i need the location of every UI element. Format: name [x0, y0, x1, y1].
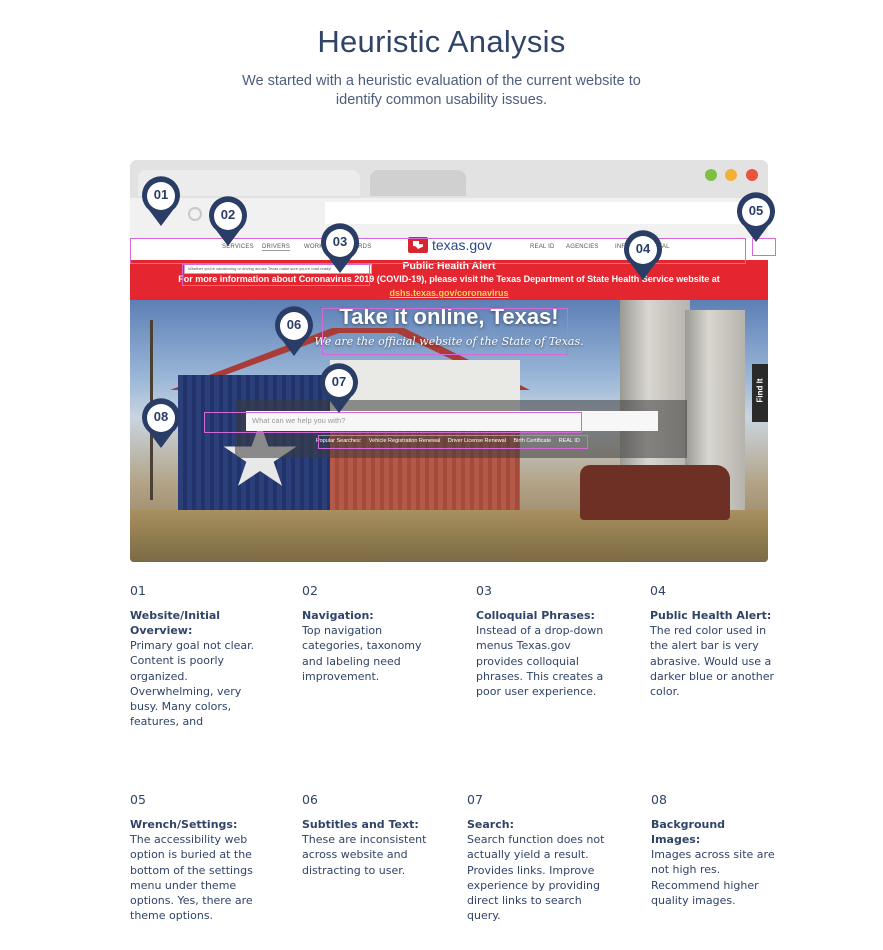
browser-tab-inactive — [370, 170, 466, 196]
note-heading: Search: — [467, 818, 514, 831]
marker-label: 02 — [220, 207, 236, 222]
note-number: 07 — [467, 792, 483, 807]
marker-pin-02: 02 — [207, 196, 249, 248]
highlight-popular — [318, 435, 588, 449]
marker-label: 04 — [635, 241, 651, 256]
note-number: 04 — [650, 583, 666, 598]
note-body: The red color used in the alert bar is v… — [650, 624, 775, 699]
note-07: 07 Search: Search function does not actu… — [467, 792, 607, 924]
note-04: 04 Public Health Alert: The red color us… — [650, 583, 776, 699]
marker-pin-06: 06 — [273, 306, 315, 358]
note-number: 02 — [302, 583, 318, 598]
highlight-search — [204, 412, 582, 433]
note-heading: Background Images: — [651, 818, 726, 846]
note-heading: Website/Initial Overview: — [130, 609, 221, 637]
window-yellow-dot — [725, 169, 737, 181]
marker-pin-03: 03 — [319, 223, 361, 275]
marker-pin-07: 07 — [318, 363, 360, 415]
note-body: Top navigation categories, taxonomy and … — [302, 624, 422, 683]
note-number: 08 — [651, 792, 667, 807]
marker-label: 05 — [748, 203, 764, 218]
note-body: Search function does not actually yield … — [467, 833, 605, 923]
marker-label: 01 — [153, 187, 169, 202]
page-subtitle: We started with a heuristic evaluation o… — [242, 73, 641, 108]
marker-label: 08 — [153, 409, 169, 424]
window-green-dot — [705, 169, 717, 181]
note-body: Instead of a drop-down menus Texas.gov p… — [476, 624, 604, 699]
note-02: 02 Navigation: Top navigation categories… — [302, 583, 432, 684]
marker-pin-01: 01 — [140, 176, 182, 228]
note-body: Images across site are not high res. Rec… — [651, 848, 775, 907]
note-05: 05 Wrench/Settings: The accessibility we… — [130, 792, 270, 924]
highlight-subtitles — [322, 308, 568, 355]
note-08: 08 Background Images: Images across site… — [651, 792, 777, 908]
note-body: These are inconsistent across website an… — [302, 833, 427, 877]
window-red-dot — [746, 169, 758, 181]
marker-label: 06 — [286, 317, 302, 332]
reload-icon — [188, 207, 202, 221]
note-06: 06 Subtitles and Text: These are inconsi… — [302, 792, 430, 878]
note-heading: Navigation: — [302, 609, 374, 622]
marker-pin-05: 05 — [735, 192, 777, 244]
alert-link: dshs.texas.gov/coronavirus — [389, 288, 509, 298]
page-title: Heuristic Analysis — [317, 24, 566, 59]
find-it-tab: Find It — [752, 364, 768, 422]
marker-label: 03 — [332, 234, 348, 249]
note-body: The accessibility web option is buried a… — [130, 833, 253, 923]
note-number: 05 — [130, 792, 146, 807]
note-heading: Subtitles and Text: — [302, 818, 419, 831]
note-number: 03 — [476, 583, 492, 598]
note-heading: Colloquial Phrases: — [476, 609, 595, 622]
note-number: 06 — [302, 792, 318, 807]
find-it-label: Find It — [755, 378, 765, 403]
note-01: 01 Website/Initial Overview: Primary goa… — [130, 583, 270, 730]
note-03: 03 Colloquial Phrases: Instead of a drop… — [476, 583, 606, 699]
old-truck — [580, 465, 730, 520]
marker-pin-08: 08 — [140, 398, 182, 450]
note-number: 01 — [130, 583, 146, 598]
note-heading: Wrench/Settings: — [130, 818, 238, 831]
note-heading: Public Health Alert: — [650, 609, 772, 622]
address-bar: ★ — [325, 202, 757, 224]
marker-pin-04: 04 — [622, 230, 664, 282]
note-body: Primary goal not clear. Content is poorl… — [130, 639, 255, 729]
marker-label: 07 — [331, 374, 347, 389]
